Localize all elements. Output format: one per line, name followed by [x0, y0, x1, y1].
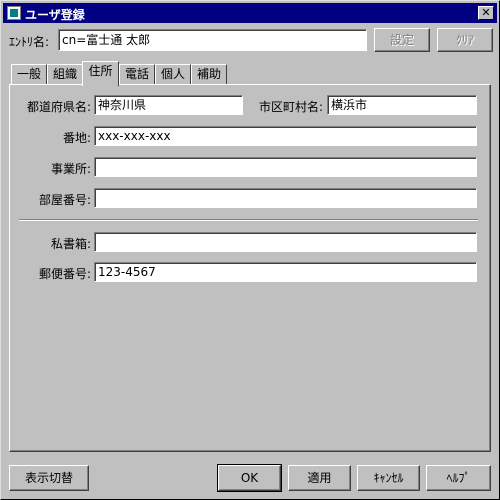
help-button[interactable]: ﾍﾙﾌﾟ [426, 465, 491, 491]
pobox-label: 私書箱: [50, 237, 91, 251]
room-label: 部屋番号: [38, 193, 91, 207]
title-bar[interactable]: ユーザ登録 ✕ [3, 3, 497, 23]
close-button[interactable]: ✕ [478, 6, 494, 20]
office-input[interactable] [94, 157, 477, 177]
city-label: 市区町村名: [258, 100, 323, 114]
prefecture-input[interactable]: 神奈川県 [94, 95, 243, 115]
entry-name-input[interactable]: cn=富士通 太郎 [58, 29, 367, 51]
close-icon: ✕ [481, 6, 491, 19]
apply-button[interactable]: 適用 [288, 465, 351, 491]
cancel-button[interactable]: ｷｬﾝｾﾙ [357, 465, 420, 491]
dialog-window: ユーザ登録 ✕ ｴﾝﾄﾘ名: cn=富士通 太郎 設定 ｸﾘｱ 一般 組織 住所… [0, 0, 500, 500]
tab-address[interactable]: 住所 [82, 61, 119, 86]
tab-general[interactable]: 一般 [11, 64, 47, 84]
room-input[interactable] [94, 188, 477, 208]
address-label: 番地: [62, 131, 91, 145]
separator [19, 219, 478, 221]
pobox-input[interactable] [94, 232, 477, 252]
window-title: ユーザ登録 [25, 8, 85, 22]
tab-personal[interactable]: 個人 [155, 64, 191, 84]
tab-supplement[interactable]: 補助 [191, 64, 227, 84]
ok-button[interactable]: OK [217, 464, 282, 492]
entry-name-label: ｴﾝﾄﾘ名: [9, 35, 50, 49]
set-button[interactable]: 設定 [374, 28, 430, 52]
postal-code-input[interactable]: 123-4567 [94, 262, 477, 282]
tab-phone[interactable]: 電話 [119, 64, 155, 84]
toggle-view-button[interactable]: 表示切替 [9, 465, 89, 491]
prefecture-label: 都道府県名: [26, 100, 91, 114]
postal-code-label: 郵便番号: [38, 267, 91, 281]
address-input[interactable]: xxx-xxx-xxx [94, 126, 477, 146]
app-icon [7, 6, 21, 20]
tab-organization[interactable]: 組織 [47, 64, 83, 84]
office-label: 事業所: [50, 162, 91, 176]
clear-button[interactable]: ｸﾘｱ [437, 28, 493, 52]
city-input[interactable]: 横浜市 [327, 95, 477, 115]
